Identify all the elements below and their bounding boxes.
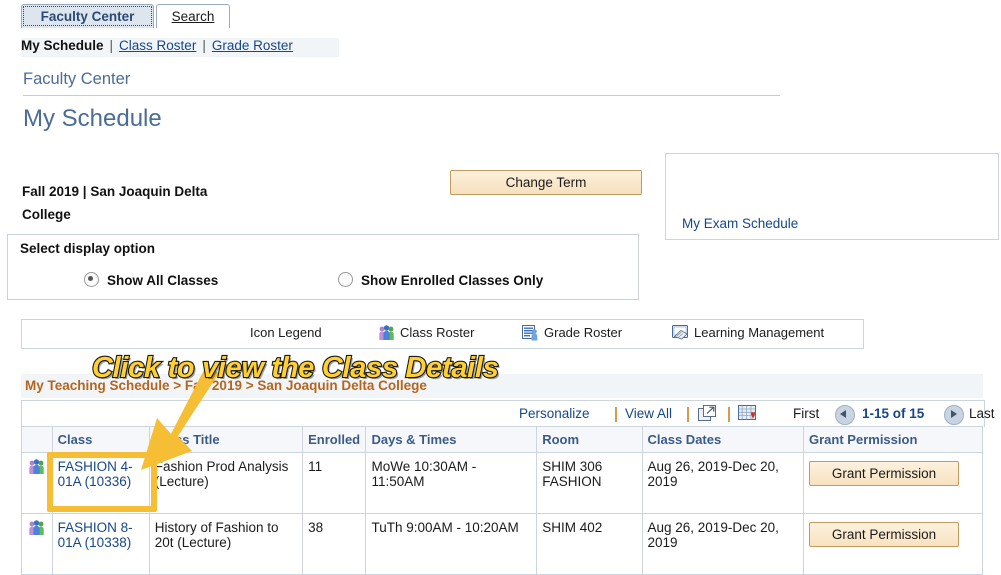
column-header-class: Class bbox=[51, 426, 150, 453]
learning-management-icon bbox=[672, 325, 688, 340]
cell-room: SHIM 306 FASHION bbox=[536, 452, 643, 514]
tab-faculty-center[interactable]: Faculty Center bbox=[21, 4, 154, 28]
grid-toolbar: Personalize View All First 1-15 of 15 La… bbox=[21, 400, 995, 427]
cell-grant-permission[interactable]: Grant Permission bbox=[803, 452, 983, 514]
subnav-separator-2: | bbox=[202, 38, 206, 53]
column-header-days-times: Days & Times bbox=[365, 426, 538, 453]
exam-schedule-panel: My Exam Schedule bbox=[665, 153, 999, 240]
sub-navigation: My Schedule | Class Roster | Grade Roster bbox=[21, 38, 339, 57]
personalize-link[interactable]: Personalize bbox=[519, 406, 590, 421]
subnav-separator-1: | bbox=[109, 38, 114, 53]
display-option-group: Select display option Show All Classes S… bbox=[7, 234, 639, 300]
grade-roster-icon bbox=[522, 325, 538, 341]
tab-search[interactable]: Search bbox=[156, 4, 230, 28]
cell-enrolled: 11 bbox=[302, 452, 367, 514]
cell-enrolled: 38 bbox=[302, 513, 367, 575]
table-row: FASHION 4-01A (10336) Fashion Prod Analy… bbox=[21, 452, 983, 514]
tab-search-label: Search bbox=[171, 9, 215, 24]
toolbar-divider-1 bbox=[615, 407, 617, 422]
cell-class-dates: Aug 26, 2019-Dec 20, 2019 bbox=[641, 452, 805, 514]
radio-show-all-classes[interactable] bbox=[84, 272, 99, 287]
last-page-label[interactable]: Last bbox=[969, 406, 995, 421]
next-page-icon[interactable] bbox=[944, 405, 964, 425]
table-row: FASHION 8-01A (10338) History of Fashion… bbox=[21, 513, 983, 575]
pagination-range: 1-15 of 15 bbox=[862, 406, 925, 421]
tab-bar: Faculty Center Search bbox=[0, 0, 1001, 32]
teaching-schedule-header: My Teaching Schedule > Fall 2019 > San J… bbox=[25, 378, 427, 393]
toolbar-divider-3 bbox=[728, 407, 730, 422]
legend-label-grade-roster: Grade Roster bbox=[544, 325, 623, 340]
column-header-grant-permission: Grant Permission bbox=[803, 426, 983, 453]
cell-days-times: TuTh 9:00AM - 10:20AM bbox=[365, 513, 538, 575]
cell-class[interactable]: FASHION 4-01A (10336) bbox=[51, 452, 150, 514]
first-page-label[interactable]: First bbox=[793, 406, 819, 421]
column-header-enrolled: Enrolled bbox=[302, 426, 367, 453]
breadcrumb-title: Faculty Center bbox=[23, 70, 131, 88]
cell-room: SHIM 402 bbox=[536, 513, 643, 575]
subnav-item-my-schedule: My Schedule bbox=[21, 38, 104, 53]
class-roster-icon bbox=[379, 325, 394, 340]
class-link[interactable]: FASHION 4-01A (10336) bbox=[58, 459, 133, 489]
legend-entry-learning-management: Learning Management bbox=[672, 325, 824, 341]
class-link[interactable]: FASHION 8-01A (10338) bbox=[58, 520, 133, 550]
column-header-class-dates: Class Dates bbox=[641, 426, 805, 453]
column-header-class-title: Class Title bbox=[148, 426, 304, 453]
view-all-link[interactable]: View All bbox=[625, 406, 672, 421]
display-option-title: Select display option bbox=[20, 241, 156, 256]
radio-show-enrolled-only[interactable] bbox=[338, 272, 353, 287]
class-roster-icon[interactable] bbox=[28, 459, 45, 475]
legend-entry-class-roster: Class Roster bbox=[378, 325, 474, 341]
class-roster-icon[interactable] bbox=[28, 520, 45, 536]
radio-show-enrolled-only-label: Show Enrolled Classes Only bbox=[361, 273, 544, 288]
cell-days-times: MoWe 10:30AM - 11:50AM bbox=[365, 452, 538, 514]
page-title: My Schedule bbox=[23, 105, 162, 132]
radio-option-show-all[interactable]: Show All Classes bbox=[84, 272, 218, 288]
previous-page-icon[interactable] bbox=[835, 405, 855, 425]
legend-entry-grade-roster: Grade Roster bbox=[522, 325, 622, 341]
tab-faculty-center-label: Faculty Center bbox=[40, 9, 135, 24]
cell-class-title: History of Fashion to 20t (Lecture) bbox=[148, 513, 304, 575]
header-divider bbox=[23, 95, 780, 96]
cell-grant-permission[interactable]: Grant Permission bbox=[803, 513, 983, 575]
teaching-schedule-table: Class Class Title Enrolled Days & Times … bbox=[21, 426, 983, 575]
column-header-icon bbox=[21, 426, 53, 453]
change-term-button[interactable]: Change Term bbox=[450, 170, 642, 195]
cell-class-dates: Aug 26, 2019-Dec 20, 2019 bbox=[641, 513, 805, 575]
legend-label-learning-management: Learning Management bbox=[694, 325, 825, 340]
cell-roster-icon[interactable] bbox=[21, 452, 53, 514]
cell-class-title: Fashion Prod Analysis (Lecture) bbox=[148, 452, 304, 514]
icon-legend-title: Icon Legend bbox=[250, 325, 322, 340]
tab-bar-rule bbox=[0, 31, 1001, 32]
column-header-room: Room bbox=[536, 426, 643, 453]
download-spreadsheet-icon[interactable] bbox=[738, 405, 758, 425]
cell-roster-icon[interactable] bbox=[21, 513, 53, 575]
icon-legend-bar: Icon Legend Class Roster Grade Roster Le… bbox=[21, 319, 864, 349]
term-label: Fall 2019 | San Joaquin Delta College bbox=[22, 184, 208, 222]
cell-class[interactable]: FASHION 8-01A (10338) bbox=[51, 513, 150, 575]
my-exam-schedule-link[interactable]: My Exam Schedule bbox=[682, 216, 798, 231]
radio-option-enrolled-only[interactable]: Show Enrolled Classes Only bbox=[338, 272, 543, 288]
toolbar-divider-2 bbox=[687, 407, 689, 422]
grant-permission-button[interactable]: Grant Permission bbox=[809, 461, 960, 486]
legend-label-class-roster: Class Roster bbox=[400, 325, 475, 340]
radio-show-all-classes-label: Show All Classes bbox=[107, 273, 219, 288]
table-header-row: Class Class Title Enrolled Days & Times … bbox=[21, 426, 983, 453]
grant-permission-button[interactable]: Grant Permission bbox=[809, 522, 960, 547]
new-window-icon[interactable] bbox=[698, 405, 717, 425]
subnav-item-grade-roster[interactable]: Grade Roster bbox=[212, 38, 293, 53]
subnav-item-class-roster[interactable]: Class Roster bbox=[119, 38, 196, 53]
